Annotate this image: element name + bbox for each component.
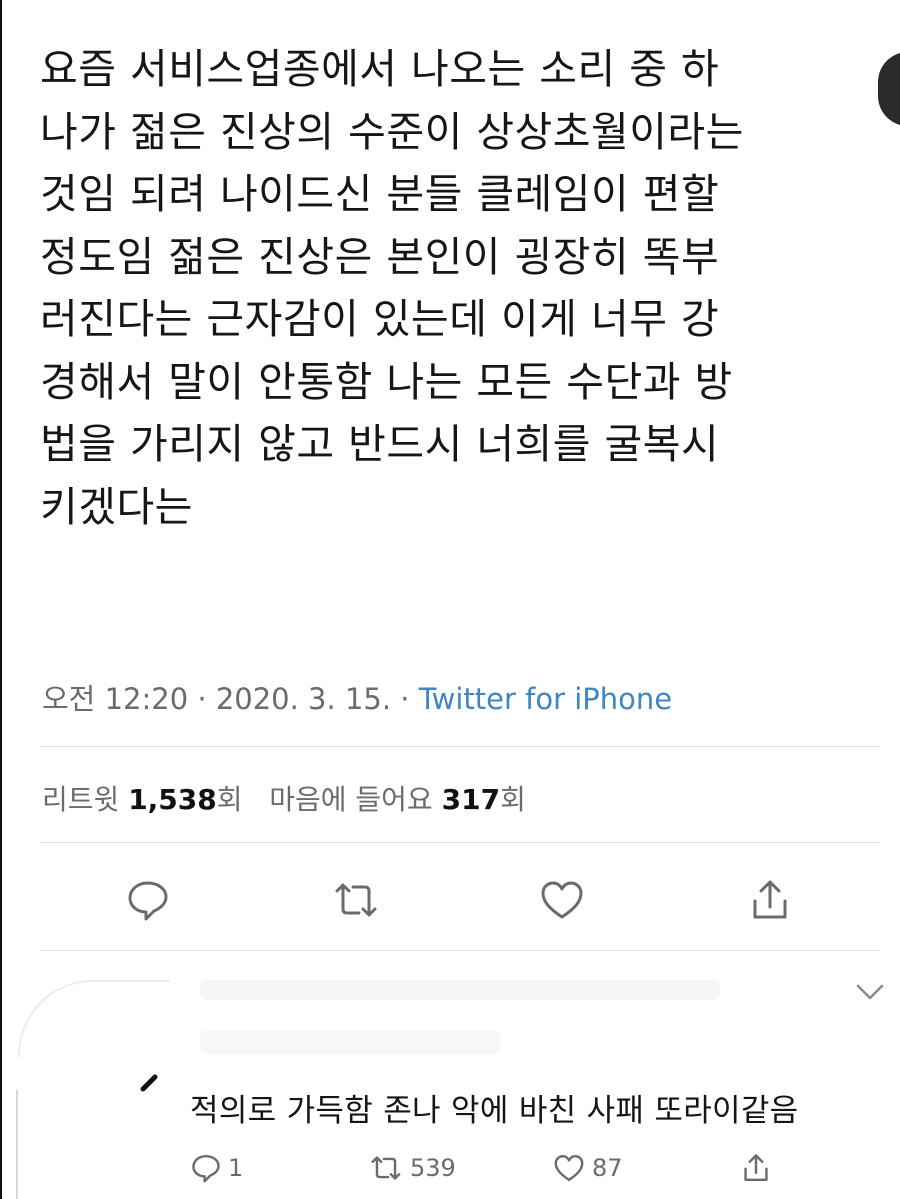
- reply-action-bar: 1 539 87: [0, 1148, 900, 1192]
- reply-author-placeholder: [200, 980, 720, 1000]
- tweet-body: 요즘 서비스업종에서 나오는 소리 중 하 나가 젊은 진상의 수준이 상상초월…: [40, 38, 880, 538]
- reply-retweet-count: 539: [410, 1154, 456, 1182]
- share-icon: [744, 1154, 768, 1182]
- retweets-stat[interactable]: 리트윗 1,538회: [42, 783, 243, 816]
- tweet-source-link[interactable]: Twitter for iPhone: [419, 682, 672, 716]
- pencil-mark-icon: [140, 1074, 158, 1092]
- retweet-count: 1,538: [128, 783, 217, 816]
- retweet-icon: [335, 883, 377, 917]
- tweet-line: 러진다는 근자감이 있는데 이게 너무 강: [40, 295, 720, 343]
- reply-text: 적의로 가득함 존나 악에 바친 사패 또라이같음: [190, 1093, 799, 1129]
- like-button[interactable]: [532, 870, 592, 930]
- reply-retweet-button[interactable]: 539: [368, 1148, 456, 1188]
- tweet-line: 키겠다는: [40, 482, 193, 531]
- reply-reply-button[interactable]: 1: [190, 1148, 243, 1188]
- reply-button[interactable]: [118, 870, 178, 930]
- tweet-action-bar: [0, 870, 900, 934]
- tweet-metadata: 오전 12:20 · 2020. 3. 15. · Twitter for iP…: [42, 676, 672, 718]
- reply-icon: [128, 881, 168, 921]
- like-label: 마음에 들어요: [269, 783, 433, 816]
- reply-avatar[interactable]: [18, 980, 170, 1057]
- likes-stat[interactable]: 마음에 들어요 317회: [269, 783, 526, 816]
- retweet-suffix: 회: [216, 783, 243, 816]
- meta-separator: ·: [188, 682, 216, 716]
- tweet-line: 정도임 젊은 진상은 본인이 굉장히 똑부: [40, 232, 720, 281]
- retweet-button[interactable]: [326, 870, 386, 930]
- retweet-label: 리트윗: [42, 783, 120, 816]
- heart-icon: [541, 881, 583, 919]
- tweet-line: 경해서 말이 안통함 나는 모든 수단과 방: [40, 357, 733, 406]
- reply-like-count: 87: [592, 1154, 623, 1182]
- divider: [40, 842, 880, 843]
- retweet-icon: [371, 1156, 401, 1180]
- side-scroll-handle[interactable]: [878, 52, 900, 126]
- tweet-line: 법을 가리지 않고 반드시 너희를 굴복시: [40, 420, 720, 468]
- reply-share-button[interactable]: [740, 1148, 772, 1188]
- like-count: 317: [441, 783, 501, 816]
- reply-icon: [192, 1154, 220, 1183]
- heart-icon: [554, 1154, 584, 1182]
- tweet-line: 요즘 서비스업종에서 나오는 소리 중 하: [40, 45, 720, 93]
- reply-like-button[interactable]: 87: [552, 1148, 623, 1188]
- reply-tweet[interactable]: 적의로 가득함 존나 악에 바친 사패 또라이같음 1 539 87: [0, 960, 900, 1199]
- share-icon: [753, 880, 787, 919]
- divider: [40, 950, 880, 951]
- tweet-stats: 리트윗 1,538회 마음에 들어요 317회: [42, 778, 526, 818]
- like-suffix: 회: [500, 783, 526, 816]
- chevron-down-icon[interactable]: [852, 980, 888, 1004]
- divider: [40, 746, 880, 747]
- share-button[interactable]: [740, 870, 800, 930]
- reply-reply-count: 1: [228, 1154, 244, 1182]
- tweet-line: 것임 되려 나이드신 분들 클레임이 편할: [40, 170, 720, 218]
- tweet-time: 오전 12:20: [42, 682, 189, 716]
- tweet-date[interactable]: 2020. 3. 15.: [216, 682, 391, 716]
- tweet-line: 나가 젊은 진상의 수준이 상상초월이라는: [40, 107, 744, 156]
- meta-separator: ·: [391, 682, 419, 716]
- reply-handle-placeholder: [200, 1030, 500, 1054]
